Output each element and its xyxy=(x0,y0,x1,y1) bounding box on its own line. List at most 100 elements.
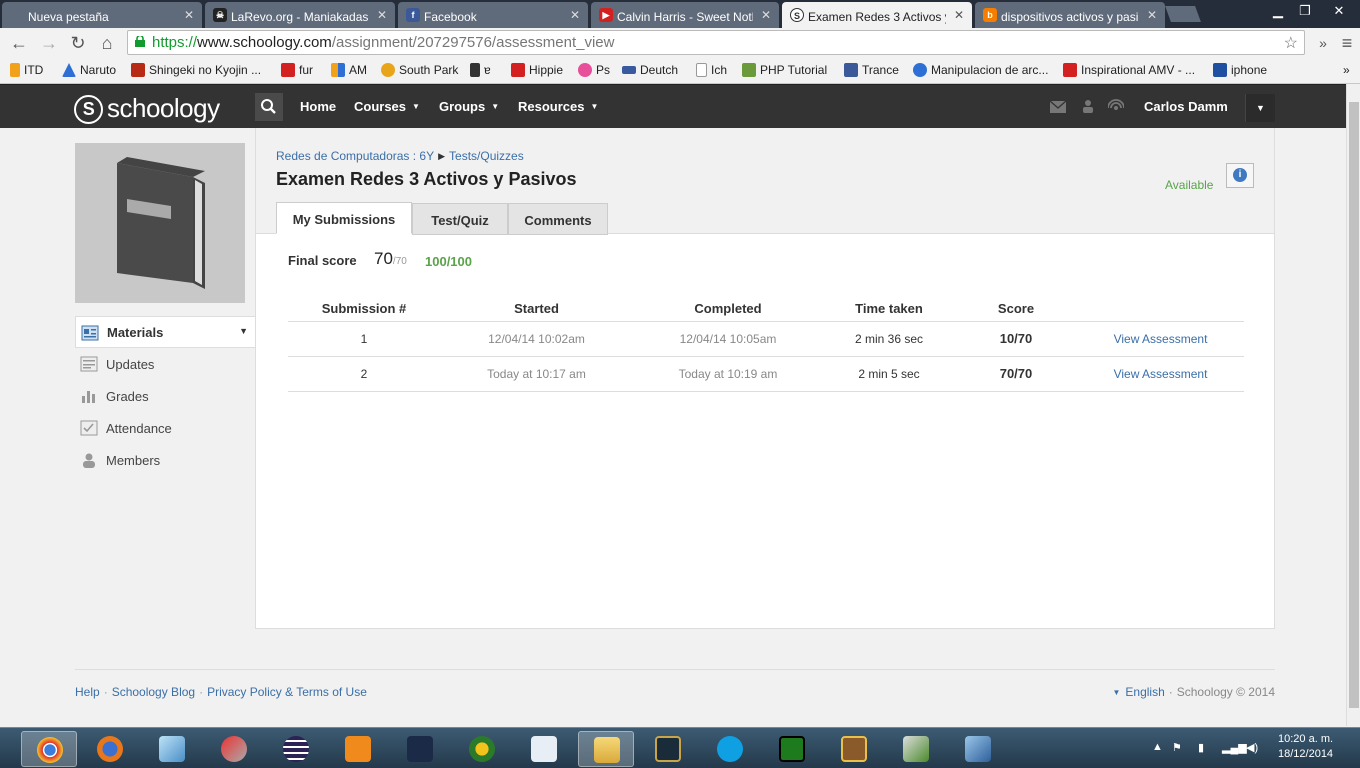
taskbar-visual-studio[interactable] xyxy=(392,731,448,767)
bookmark-item[interactable]: ITD xyxy=(10,63,43,77)
volume-icon[interactable]: ◀) xyxy=(1246,741,1258,754)
bookmark-item[interactable]: fur xyxy=(281,63,313,77)
taskbar-app[interactable] xyxy=(764,731,820,767)
sidebar-item-label: Grades xyxy=(106,389,149,404)
close-icon[interactable]: ✕ xyxy=(377,8,387,22)
schoology-logo[interactable]: Sschoology xyxy=(74,93,220,124)
browser-tab[interactable]: f Facebook ✕ xyxy=(398,2,588,28)
signal-icon[interactable]: ▂▄▆ xyxy=(1222,741,1247,754)
system-clock[interactable]: 10:20 a. m. 18/12/2014 xyxy=(1278,732,1333,762)
sidebar-item-materials[interactable]: Materials ▼ xyxy=(75,316,256,348)
nav-resources[interactable]: Resources ▼ xyxy=(518,99,598,114)
battery-icon[interactable]: ▮ xyxy=(1198,741,1204,754)
bookmark-item[interactable]: Hippie xyxy=(511,63,563,77)
page-scrollbar[interactable] xyxy=(1346,84,1360,726)
close-icon[interactable]: ✕ xyxy=(1147,8,1157,22)
view-assessment-link[interactable]: View Assessment xyxy=(1077,321,1244,357)
more-bookmarks-icon[interactable]: » xyxy=(1312,33,1334,53)
close-icon[interactable]: ✕ xyxy=(184,8,194,22)
bookmark-item[interactable]: iphone xyxy=(1213,63,1267,77)
browser-tab[interactable]: Nueva pestaña ✕ xyxy=(2,2,202,28)
taskbar-skype[interactable] xyxy=(702,731,758,767)
browser-tab[interactable]: ▶ Calvin Harris - Sweet Noth ✕ xyxy=(591,2,779,28)
taskbar-explorer[interactable] xyxy=(578,731,634,767)
bookmark-item[interactable]: Shingeki no Kyojin ... xyxy=(131,63,261,77)
scrollbar-thumb[interactable] xyxy=(1349,102,1359,708)
taskbar-dosbox[interactable] xyxy=(826,731,882,767)
bookmark-item[interactable]: Ich xyxy=(696,63,727,77)
bookmark-label: Ich xyxy=(711,63,728,77)
taskbar-settings[interactable] xyxy=(330,731,386,767)
close-icon[interactable]: ✕ xyxy=(954,8,964,22)
close-icon[interactable]: ✕ xyxy=(570,8,580,22)
bookmark-item[interactable]: South Park xyxy=(381,63,458,77)
requests-icon[interactable] xyxy=(1080,99,1096,113)
privacy-link[interactable]: Privacy Policy & Terms of Use xyxy=(207,685,367,699)
search-button[interactable] xyxy=(255,93,283,121)
bookmark-item[interactable]: PHP Tutorial xyxy=(742,63,827,77)
tab-comments[interactable]: Comments xyxy=(508,203,608,235)
close-icon[interactable]: ✕ xyxy=(761,8,771,22)
forward-icon[interactable]: → xyxy=(38,33,60,53)
bookmark-item[interactable]: Deutch xyxy=(622,63,678,77)
taskbar-chrome[interactable] xyxy=(21,731,77,767)
restore-icon[interactable]: ❐ xyxy=(1292,2,1318,20)
address-bar[interactable]: https://www.schoology.com/assignment/207… xyxy=(127,30,1305,55)
bookmark-item[interactable]: Naruto xyxy=(62,63,116,77)
bookmark-icon xyxy=(742,63,756,77)
more-bookmarks-button[interactable]: » xyxy=(1343,63,1350,77)
sidebar-item-label: Materials xyxy=(107,325,164,340)
sidebar-item-members[interactable]: Members xyxy=(75,444,256,476)
taskbar-app[interactable] xyxy=(144,731,200,767)
language-selector[interactable]: ▼ English xyxy=(1112,685,1164,699)
browser-tab[interactable]: b dispositivos activos y pasi ✕ xyxy=(975,2,1165,28)
taskbar-app[interactable] xyxy=(516,731,572,767)
flag-icon[interactable]: ⚑ xyxy=(1172,741,1182,754)
new-tab-button[interactable] xyxy=(1165,6,1201,22)
bookmark-item[interactable]: ɐ xyxy=(470,63,491,77)
bookmark-item[interactable]: AM xyxy=(331,63,367,77)
bookmark-item[interactable]: Inspirational AMV - ... xyxy=(1063,63,1195,77)
user-menu-button[interactable]: ▼ xyxy=(1245,94,1275,122)
nav-courses[interactable]: Courses ▼ xyxy=(354,99,420,114)
tab-my-submissions[interactable]: My Submissions xyxy=(276,202,412,234)
window-close-icon[interactable]: ✕ xyxy=(1322,2,1356,20)
back-icon[interactable]: ← xyxy=(8,33,30,53)
bookmark-item[interactable]: Ps xyxy=(578,63,610,77)
breadcrumb-course-link[interactable]: Redes de Computadoras : 6Y xyxy=(276,149,434,163)
clock-time: 10:20 a. m. xyxy=(1278,733,1334,745)
view-assessment-link[interactable]: View Assessment xyxy=(1077,356,1244,392)
bookmark-item[interactable]: Manipulacion de arc... xyxy=(913,63,1048,77)
taskbar-league[interactable] xyxy=(640,731,696,767)
tray-expand-icon[interactable]: ▲ xyxy=(1152,741,1163,753)
taskbar-ccleaner[interactable] xyxy=(206,731,262,767)
home-icon[interactable]: ⌂ xyxy=(96,33,118,53)
bookmark-star-icon[interactable]: ☆ xyxy=(1284,33,1298,53)
nav-home[interactable]: Home xyxy=(300,99,336,114)
browser-tab[interactable]: ☠ LaRevo.org - Maniakadas ✕ xyxy=(205,2,395,28)
browser-tab-active[interactable]: S Examen Redes 3 Activos y ✕ xyxy=(782,2,972,28)
nav-groups[interactable]: Groups ▼ xyxy=(439,99,499,114)
minimize-icon[interactable]: ▁ xyxy=(1265,2,1291,20)
sidebar-item-attendance[interactable]: Attendance xyxy=(75,412,256,444)
taskbar-virtualbox[interactable] xyxy=(950,731,1006,767)
taskbar-app[interactable] xyxy=(454,731,510,767)
sidebar-item-grades[interactable]: Grades xyxy=(75,380,256,412)
bookmark-item[interactable]: Trance xyxy=(844,63,899,77)
taskbar-app[interactable] xyxy=(888,731,944,767)
tab-test-quiz[interactable]: Test/Quiz xyxy=(412,203,508,235)
info-button[interactable]: i xyxy=(1226,163,1254,188)
taskbar-eclipse[interactable] xyxy=(268,731,324,767)
user-name[interactable]: Carlos Damm xyxy=(1144,99,1228,114)
taskbar-firefox[interactable] xyxy=(82,731,138,767)
blog-link[interactable]: Schoology Blog xyxy=(112,685,195,699)
chevron-down-icon: ▼ xyxy=(590,102,599,111)
sidebar-item-updates[interactable]: Updates xyxy=(75,348,256,380)
chevron-down-icon[interactable]: ▼ xyxy=(239,326,248,336)
help-link[interactable]: Help xyxy=(75,685,100,699)
breadcrumb-folder-link[interactable]: Tests/Quizzes xyxy=(449,149,524,163)
menu-icon[interactable]: ≡ xyxy=(1336,33,1358,53)
notifications-icon[interactable] xyxy=(1108,99,1124,113)
reload-icon[interactable]: ↻ xyxy=(67,33,89,53)
messages-icon[interactable] xyxy=(1050,100,1066,114)
